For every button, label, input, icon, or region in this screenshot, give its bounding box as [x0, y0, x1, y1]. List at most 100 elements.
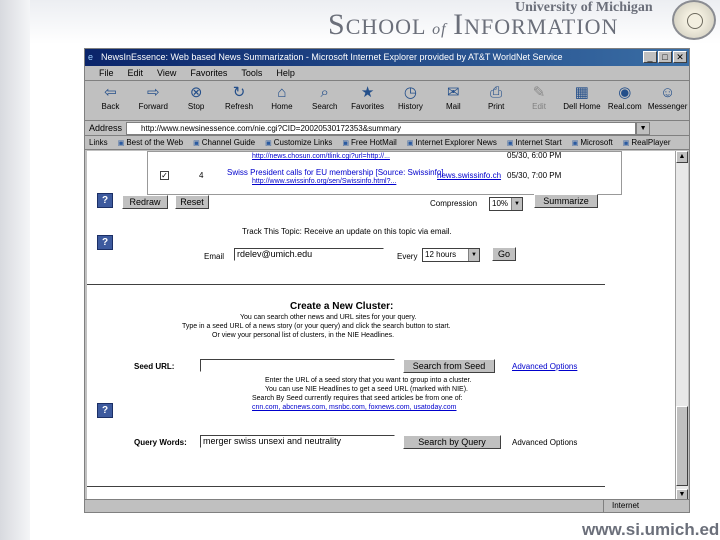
redraw-button[interactable]: Redraw — [122, 195, 168, 209]
toolbar-favorites-button[interactable]: ★ Favorites — [346, 81, 389, 120]
toolbar-refresh-button[interactable]: ↻ Refresh — [218, 81, 261, 120]
seed-url-input[interactable] — [200, 359, 395, 372]
toolbar-print-button[interactable]: ⎙ Print — [475, 81, 518, 120]
history-icon: ◷ — [403, 84, 417, 101]
link-internet-explorer-news[interactable]: Internet Explorer News — [407, 138, 496, 147]
status-bar: Internet — [85, 499, 689, 512]
information-initial: I — [453, 8, 465, 41]
maximize-button[interactable]: □ — [658, 51, 672, 63]
menu-item-file[interactable]: File — [99, 66, 114, 80]
row2-checkbox[interactable]: ✓ — [160, 171, 169, 180]
refresh-icon: ↻ — [232, 84, 246, 101]
row1-url[interactable]: http://news.chosun.com/tlink.cgi?url=htt… — [252, 153, 390, 160]
scroll-thumb[interactable] — [676, 406, 688, 486]
school-word: CHOOL — [345, 14, 426, 39]
toolbar-stop-button[interactable]: ⊗ Stop — [175, 81, 218, 120]
toolbar-forward-button[interactable]: ⇨ Forward — [132, 81, 175, 120]
toolbar-button-label: Edit — [532, 102, 546, 111]
page-content: http://news.chosun.com/tlink.cgi?url=htt… — [87, 151, 675, 501]
address-input[interactable]: http://www.newsinessence.com/nie.cgi?CID… — [126, 121, 637, 135]
reset-button[interactable]: Reset — [175, 195, 209, 209]
link-channel-guide[interactable]: Channel Guide — [193, 138, 255, 147]
email-input[interactable]: rdelev@umich.edu — [234, 248, 384, 261]
browser-window: e NewsInEssence: Web based News Summariz… — [84, 48, 690, 513]
menu-item-tools[interactable]: Tools — [241, 66, 262, 80]
every-label: Every — [397, 252, 418, 261]
close-button[interactable]: ✕ — [673, 51, 687, 63]
toolbar-home-button[interactable]: ⌂ Home — [260, 81, 303, 120]
vertical-scrollbar[interactable]: ▲ ▼ — [675, 151, 688, 501]
advanced-options-label[interactable]: Advanced Options — [512, 438, 577, 447]
toolbar-button-label: Real.com — [607, 102, 642, 111]
edit-icon: ✎ — [532, 84, 546, 101]
link-realplayer[interactable]: RealPlayer — [623, 138, 670, 147]
toolbar-dell-home-button[interactable]: ▦ Dell Home — [560, 81, 603, 120]
menu-item-favorites[interactable]: Favorites — [190, 66, 227, 80]
link-microsoft[interactable]: Microsoft — [572, 138, 612, 147]
left-decorative-bar — [0, 0, 30, 540]
toolbar-real-com-button[interactable]: ◉ Real.com — [603, 81, 646, 120]
toolbar: ⇦ Back ⇨ Forward ⊗ Stop ↻ Refresh ⌂ Home ⌕ Search ★ F… — [85, 81, 689, 121]
row2-title[interactable]: Swiss President calls for EU membership … — [227, 168, 444, 177]
row2-number: 4 — [199, 171, 204, 180]
mail-icon: ✉ — [447, 84, 460, 101]
link-best-of-the-web[interactable]: Best of the Web — [118, 138, 183, 147]
seed-help-1: Enter the URL of a seed story that you w… — [265, 377, 472, 384]
help-icon[interactable]: ? — [97, 235, 113, 250]
help-icon[interactable]: ? — [97, 403, 113, 418]
link-customize-links[interactable]: Customize Links — [265, 138, 333, 147]
menu-item-help[interactable]: Help — [276, 66, 295, 80]
of-word: of — [432, 21, 447, 38]
home-icon: ⌂ — [277, 84, 287, 101]
footer-url: www.si.umich.edu — [582, 520, 720, 539]
seed-help-3: Search By Seed currently requires that s… — [252, 395, 463, 402]
link-internet-start[interactable]: Internet Start — [507, 138, 561, 147]
toolbar-edit-button[interactable]: ✎ Edit — [518, 81, 561, 120]
track-description: Receive an update on this topic via emai… — [304, 227, 452, 236]
search-by-query-button[interactable]: Search by Query — [403, 435, 501, 449]
minimize-button[interactable]: _ — [643, 51, 657, 63]
compression-select[interactable]: 10% ▼ — [489, 197, 523, 211]
chevron-down-icon: ▼ — [468, 249, 479, 261]
toolbar-button-label: Dell Home — [563, 102, 601, 111]
menu-item-edit[interactable]: Edit — [128, 66, 144, 80]
messenger-icon: ☺ — [659, 84, 676, 101]
slide: University of Michigan SCHOOL of INFORMA… — [0, 0, 720, 540]
window-controls: _ □ ✕ — [643, 51, 687, 63]
advanced-options-link[interactable]: Advanced Options — [512, 362, 577, 371]
help-icon[interactable]: ? — [97, 193, 113, 208]
toolbar-button-label: History — [398, 102, 423, 111]
favorites-icon: ★ — [360, 84, 375, 101]
divider — [87, 486, 605, 487]
toolbar-button-label: Search — [312, 102, 338, 111]
window-title: NewsInEssence: Web based News Summarizat… — [101, 52, 563, 62]
window-titlebar: e NewsInEssence: Web based News Summariz… — [85, 49, 689, 66]
toolbar-button-label: Stop — [187, 102, 205, 111]
toolbar-messenger-button[interactable]: ☺ Messenger — [646, 81, 689, 120]
seed-help-4[interactable]: cnn.com, abcnews.com, msnbc.com, foxnews… — [252, 404, 457, 411]
row2-source[interactable]: news.swissinfo.ch — [437, 171, 501, 180]
information-word: NFORMATION — [464, 14, 619, 39]
cluster-line-2: Type in a seed URL of a news story (or y… — [182, 323, 451, 330]
search-from-seed-button[interactable]: Search from Seed — [403, 359, 495, 373]
scroll-up-icon[interactable]: ▲ — [676, 151, 688, 163]
toolbar-button-label: Print — [487, 102, 505, 111]
school-initial: S — [328, 8, 346, 41]
toolbar-back-button[interactable]: ⇦ Back — [89, 81, 132, 120]
address-dropdown-button[interactable]: ▼ — [636, 121, 651, 135]
frequency-select[interactable]: 12 hours ▼ — [422, 248, 480, 262]
toolbar-history-button[interactable]: ◷ History — [389, 81, 432, 120]
toolbar-search-button[interactable]: ⌕ Search — [303, 81, 346, 120]
toolbar-button-label: Mail — [445, 102, 461, 111]
row2-url[interactable]: http://www.swissinfo.org/sen/Swissinfo.h… — [252, 178, 396, 185]
toolbar-button-label: Back — [101, 102, 120, 111]
menu-item-view[interactable]: View — [157, 66, 176, 80]
toolbar-button-label: Refresh — [225, 102, 254, 111]
go-button[interactable]: Go — [492, 247, 516, 261]
toolbar-button-label: Favorites — [351, 102, 385, 111]
seed-help-2: You can use NIE Headlines to get a seed … — [265, 386, 468, 393]
toolbar-mail-button[interactable]: ✉ Mail — [432, 81, 475, 120]
link-free-hotmail[interactable]: Free HotMail — [342, 138, 397, 147]
query-words-input[interactable]: merger swiss unsexi and neutrality — [200, 435, 395, 448]
summarize-button[interactable]: Summarize — [534, 194, 598, 208]
